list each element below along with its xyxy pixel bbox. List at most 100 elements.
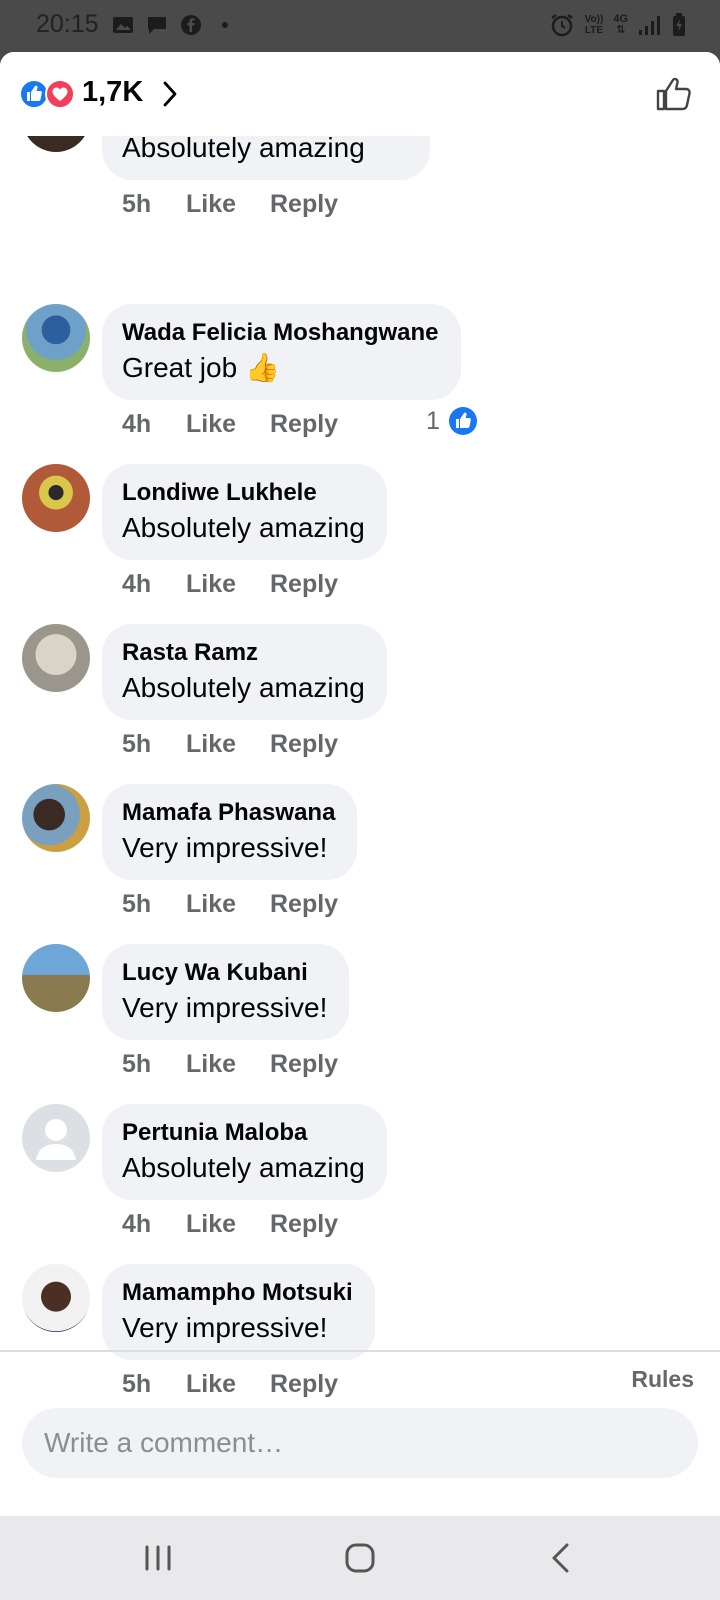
like-outline-icon[interactable] [654, 74, 694, 114]
like-button[interactable]: Like [186, 1370, 270, 1399]
comments-sheet: 1,7K Absolutely amazing 5h Like Reply Wa… [0, 52, 720, 1516]
comment-bubble[interactable]: Lucy Wa Kubani Very impressive! [102, 944, 350, 1040]
comment-author[interactable]: Mamafa Phaswana [122, 798, 335, 828]
avatar[interactable] [22, 784, 90, 852]
like-button[interactable]: Like [186, 1050, 270, 1079]
network-type-indicator: 4G ⇅ [613, 14, 628, 36]
message-icon [148, 17, 166, 34]
comment-author[interactable]: Lucy Wa Kubani [122, 958, 327, 988]
composer-divider [0, 1350, 720, 1352]
back-icon[interactable] [542, 1538, 582, 1578]
comment-item: Mamampho Motsuki Very impressive! 5h Lik… [0, 1264, 720, 1424]
comment-bubble[interactable]: Londiwe Lukhele Absolutely amazing [102, 464, 387, 560]
avatar[interactable] [22, 1264, 90, 1332]
reply-button[interactable]: Reply [270, 1210, 390, 1239]
like-button[interactable]: Like [186, 1210, 270, 1239]
comment-text: Very impressive! [122, 992, 328, 1023]
comment-time: 4h [122, 1210, 152, 1238]
comment-bubble[interactable]: Mamampho Motsuki Very impressive! [102, 1264, 375, 1360]
reply-button[interactable]: Reply [270, 410, 390, 439]
reaction-icons [19, 79, 75, 109]
like-button[interactable]: Like [186, 410, 270, 439]
comment-item: Absolutely amazing 5h Like Reply [0, 136, 720, 244]
comment-item: Lucy Wa Kubani Very impressive! 5h Like … [0, 944, 720, 1104]
volte-bottom: LTE [584, 25, 604, 36]
chevron-right-icon[interactable] [160, 79, 180, 109]
rules-link[interactable]: Rules [631, 1366, 694, 1393]
comment-actions: 5h Like Reply [122, 890, 390, 919]
comment-text: Very impressive! [122, 832, 328, 863]
comment-input[interactable] [22, 1408, 698, 1478]
comment-item: Pertunia Maloba Absolutely amazing 4h Li… [0, 1104, 720, 1264]
system-nav-bar [0, 1516, 720, 1600]
reply-button[interactable]: Reply [270, 1050, 390, 1079]
like-icon [19, 79, 49, 109]
comment-actions: 4h Like Reply [122, 570, 390, 599]
comment-time: 4h [122, 410, 152, 438]
default-avatar[interactable] [22, 1104, 90, 1172]
comment-time: 5h [122, 1050, 152, 1078]
comment-text: Very impressive! [122, 1312, 328, 1343]
reaction-count: 1,7K [82, 76, 144, 108]
status-system-icons: Vo)) LTE 4G ⇅ [549, 12, 686, 38]
comment-item: Londiwe Lukhele Absolutely amazing 4h Li… [0, 464, 720, 624]
reply-button[interactable]: Reply [270, 730, 390, 759]
avatar[interactable] [22, 136, 90, 152]
facebook-icon [181, 15, 201, 35]
avatar[interactable] [22, 624, 90, 692]
comment-item: Wada Felicia Moshangwane Great job 👍 4h … [0, 304, 720, 464]
love-icon [45, 79, 75, 109]
comment-bubble[interactable]: Absolutely amazing [102, 136, 430, 180]
comment-composer[interactable] [22, 1408, 698, 1478]
comment-bubble[interactable]: Pertunia Maloba Absolutely amazing [102, 1104, 387, 1200]
dot-icon [222, 22, 228, 28]
like-button[interactable]: Like [186, 190, 270, 219]
comment-text: Absolutely amazing [122, 1152, 365, 1183]
volte-top: Vo)) [584, 14, 604, 25]
status-bar: 20:15 Vo)) LTE 4G ⇅ [0, 0, 720, 52]
avatar[interactable] [22, 944, 90, 1012]
comment-list[interactable]: Absolutely amazing 5h Like Reply Wada Fe… [0, 136, 720, 1426]
like-button[interactable]: Like [186, 570, 270, 599]
comment-time: 5h [122, 890, 152, 918]
comment-author[interactable]: Pertunia Maloba [122, 1118, 365, 1148]
comment-bubble[interactable]: Wada Felicia Moshangwane Great job 👍 [102, 304, 461, 400]
reply-button[interactable]: Reply [270, 570, 390, 599]
avatar[interactable] [22, 304, 90, 372]
comment-author[interactable]: Londiwe Lukhele [122, 478, 365, 508]
reply-button[interactable]: Reply [270, 890, 390, 919]
like-count-value: 1 [426, 406, 440, 435]
comment-author[interactable]: Rasta Ramz [122, 638, 365, 668]
like-button[interactable]: Like [186, 730, 270, 759]
comment-author[interactable]: Wada Felicia Moshangwane [122, 318, 439, 348]
reactions-header[interactable]: 1,7K [0, 52, 720, 136]
battery-icon [673, 13, 685, 36]
recent-apps-icon[interactable] [138, 1538, 178, 1578]
comment-text: Absolutely amazing [122, 136, 365, 163]
volte-indicator: Vo)) LTE [585, 14, 604, 36]
reply-button[interactable]: Reply [270, 1370, 390, 1399]
comment-time: 5h [122, 1370, 152, 1398]
comment-author[interactable]: Mamampho Motsuki [122, 1278, 353, 1308]
status-notification-icons [112, 14, 236, 36]
comment-like-count[interactable]: 1 [426, 406, 478, 436]
comment-actions: 5h Like Reply [122, 1050, 390, 1079]
comment-bubble[interactable]: Mamafa Phaswana Very impressive! [102, 784, 358, 880]
avatar[interactable] [22, 464, 90, 532]
comment-item: Rasta Ramz Absolutely amazing 5h Like Re… [0, 624, 720, 784]
home-icon[interactable] [340, 1538, 380, 1578]
comment-actions: 5h Like Reply [122, 1370, 390, 1399]
like-button[interactable]: Like [186, 890, 270, 919]
comment-bubble[interactable]: Rasta Ramz Absolutely amazing [102, 624, 387, 720]
comment-text: Great job 👍 [122, 352, 280, 383]
comment-text: Absolutely amazing [122, 672, 365, 703]
data-arrows-icon: ⇅ [616, 24, 626, 36]
comment-time: 5h [122, 730, 152, 758]
person-icon [36, 1119, 76, 1160]
comment-text: Absolutely amazing [122, 512, 365, 543]
comment-actions: 5h Like Reply [122, 190, 390, 219]
gallery-icon [113, 17, 133, 33]
like-badge-icon [448, 407, 477, 435]
status-time: 20:15 [36, 10, 99, 38]
reply-button[interactable]: Reply [270, 190, 390, 219]
